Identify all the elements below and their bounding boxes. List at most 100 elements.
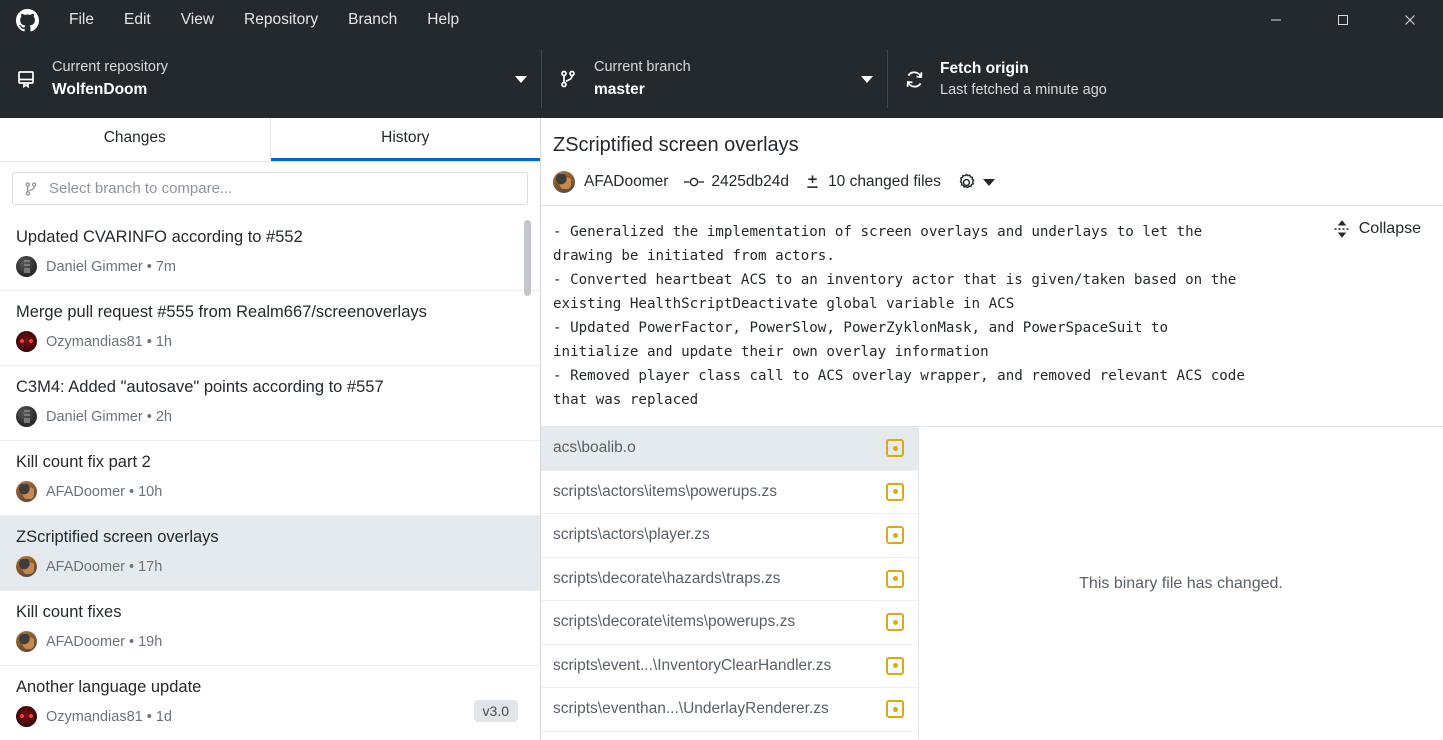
commit-item-author-time: AFADoomer • 19h	[46, 633, 163, 650]
commit-meta: AFADoomer 2425db24d 10 changed files	[553, 171, 1425, 193]
changed-file-list[interactable]: acs\boalib.o scripts\actors\items\powerup…	[541, 427, 919, 740]
menu-item-edit[interactable]: Edit	[109, 0, 166, 40]
changed-file-path: acs\boalib.o	[553, 439, 636, 457]
minimize-icon[interactable]	[1242, 0, 1309, 40]
avatar	[553, 171, 575, 193]
sidebar: Changes History Select branch to compare…	[0, 118, 541, 740]
file-status-modified-icon	[886, 526, 904, 545]
changed-file-row[interactable]: scripts\event...\InventoryClearHandler.z…	[541, 645, 918, 688]
commit-list-item[interactable]: Kill count fixes AFADoomer • 19h	[0, 591, 540, 666]
commit-list-item[interactable]: ZScriptified screen overlays AFADoomer • …	[0, 516, 540, 591]
avatar	[16, 256, 37, 278]
tab-history[interactable]: History	[270, 118, 540, 161]
avatar	[16, 706, 37, 728]
commit-item-author-time: AFADoomer • 17h	[46, 558, 163, 575]
branch-icon	[25, 181, 37, 196]
changed-file-row[interactable]: scripts\decorate\items\powerups.zs	[541, 601, 918, 645]
current-branch-value: master	[594, 81, 645, 99]
commit-item-meta: AFADoomer • 10h	[16, 481, 524, 503]
avatar	[16, 556, 37, 578]
commit-item-title: C3M4: Added "autosave" points according …	[16, 378, 384, 396]
commit-options-button[interactable]	[957, 173, 995, 192]
current-repository-label: Current repository	[52, 58, 169, 75]
title-bar: File Edit View Repository Branch Help	[0, 0, 1443, 40]
branch-icon	[558, 69, 594, 89]
menu-item-view[interactable]: View	[166, 0, 229, 40]
menu-item-file[interactable]: File	[54, 0, 109, 40]
commit-list-item[interactable]: Merge pull request #555 from Realm667/sc…	[0, 291, 540, 366]
commit-list-scrollbar[interactable]	[524, 216, 531, 740]
file-status-modified-icon	[886, 656, 904, 675]
menu-item-help[interactable]: Help	[412, 0, 474, 40]
tag-badge: v3.0	[473, 700, 518, 722]
commit-item-author-time: Daniel Gimmer • 7m	[46, 258, 176, 275]
tab-changes[interactable]: Changes	[0, 118, 271, 161]
commit-item-title: Kill count fixes	[16, 603, 122, 621]
menu-bar: File Edit View Repository Branch Help	[54, 0, 474, 40]
changed-files-summary: 10 changed files	[805, 173, 941, 191]
current-repository-button[interactable]: Current repository WolfenDoom	[0, 40, 541, 118]
menu-item-branch[interactable]: Branch	[333, 0, 412, 40]
commit-detail-panel: ZScriptified screen overlays AFADoomer 2…	[541, 118, 1443, 740]
commit-item-title: Merge pull request #555 from Realm667/sc…	[16, 303, 427, 321]
changed-file-row[interactable]: scripts\decorate\hazards\traps.zs	[541, 558, 918, 601]
commit-sha[interactable]: 2425db24d	[684, 173, 789, 191]
commit-item-author-time: AFADoomer • 10h	[46, 483, 163, 500]
close-icon[interactable]	[1376, 0, 1443, 40]
changed-file-path: scripts\decorate\hazards\traps.zs	[553, 569, 781, 587]
commit-author: AFADoomer	[553, 171, 668, 193]
commit-item-meta: AFADoomer • 17h	[16, 556, 524, 578]
avatar	[16, 406, 37, 428]
commit-item-meta: Daniel Gimmer • 2h	[16, 406, 524, 428]
commit-lower-split: acs\boalib.o scripts\actors\items\powerup…	[541, 427, 1443, 740]
file-status-modified-icon	[886, 700, 904, 719]
commit-dot-icon	[684, 177, 705, 187]
window-controls	[1242, 0, 1443, 40]
file-status-modified-icon	[886, 482, 904, 501]
file-status-modified-icon	[886, 439, 904, 458]
binary-file-message: This binary file has changed.	[1079, 574, 1283, 592]
branch-compare-bar: Select branch to compare...	[0, 162, 540, 216]
changed-file-path: scripts\eventhan...\UnderlayRenderer.zs	[553, 700, 829, 718]
gear-icon	[959, 173, 975, 188]
current-branch-button[interactable]: Current branch master	[542, 40, 887, 118]
commit-header: ZScriptified screen overlays AFADoomer 2…	[541, 118, 1443, 206]
avatar	[16, 631, 37, 653]
fetch-origin-button[interactable]: Fetch origin Last fetched a minute ago	[888, 40, 1233, 118]
repo-book-icon	[16, 69, 52, 89]
commit-list-item[interactable]: Another language update Ozymandias81 • 1d…	[0, 666, 540, 740]
collapse-label: Collapse	[1358, 220, 1421, 237]
chevron-down-icon	[982, 178, 995, 186]
fetch-origin-subtitle: Last fetched a minute ago	[940, 81, 1107, 98]
changed-file-row[interactable]: scripts\actors\items\powerups.zs	[541, 471, 918, 514]
maximize-icon[interactable]	[1309, 0, 1376, 40]
commit-sha-value: 2425db24d	[711, 173, 790, 190]
collapse-description-button[interactable]: Collapse	[1333, 220, 1421, 238]
commit-author-name: AFADoomer	[584, 173, 669, 190]
avatar	[16, 331, 37, 353]
sidebar-tabs: Changes History	[0, 118, 540, 162]
changed-file-row[interactable]: scripts\actors\player.zs	[541, 514, 918, 558]
scrollbar-thumb[interactable]	[524, 220, 531, 296]
branch-compare-placeholder: Select branch to compare...	[49, 180, 233, 197]
commit-item-meta: Daniel Gimmer • 7m	[16, 256, 524, 278]
file-status-modified-icon	[886, 613, 904, 632]
commit-list[interactable]: Updated CVARINFO according to #552 Daniel…	[0, 216, 540, 740]
branch-compare-input[interactable]: Select branch to compare...	[12, 172, 528, 205]
menu-item-repository[interactable]: Repository	[229, 0, 333, 40]
commit-description: - Generalized the implementation of scre…	[553, 224, 1245, 408]
toolbar: Current repository WolfenDoom Current br…	[0, 40, 1443, 118]
commit-list-item[interactable]: C3M4: Added "autosave" points according …	[0, 366, 540, 441]
commit-item-author-time: Ozymandias81 • 1d	[46, 708, 172, 725]
commit-list-item[interactable]: Updated CVARINFO according to #552 Daniel…	[0, 216, 540, 291]
changed-file-row[interactable]: scripts\eventhan...\UnderlayRenderer.zs	[541, 688, 918, 732]
commit-item-meta: Ozymandias81 • 1d	[16, 706, 524, 728]
changed-file-path: scripts\actors\player.zs	[553, 526, 710, 544]
commit-list-item[interactable]: Kill count fix part 2 AFADoomer • 10h	[0, 441, 540, 516]
chevron-down-icon	[515, 75, 527, 83]
commit-item-meta: AFADoomer • 19h	[16, 631, 524, 653]
current-repository-value: WolfenDoom	[52, 81, 148, 99]
commit-item-title: Another language update	[16, 678, 202, 696]
changed-file-row[interactable]: acs\boalib.o	[541, 427, 918, 471]
current-branch-label: Current branch	[594, 58, 691, 75]
